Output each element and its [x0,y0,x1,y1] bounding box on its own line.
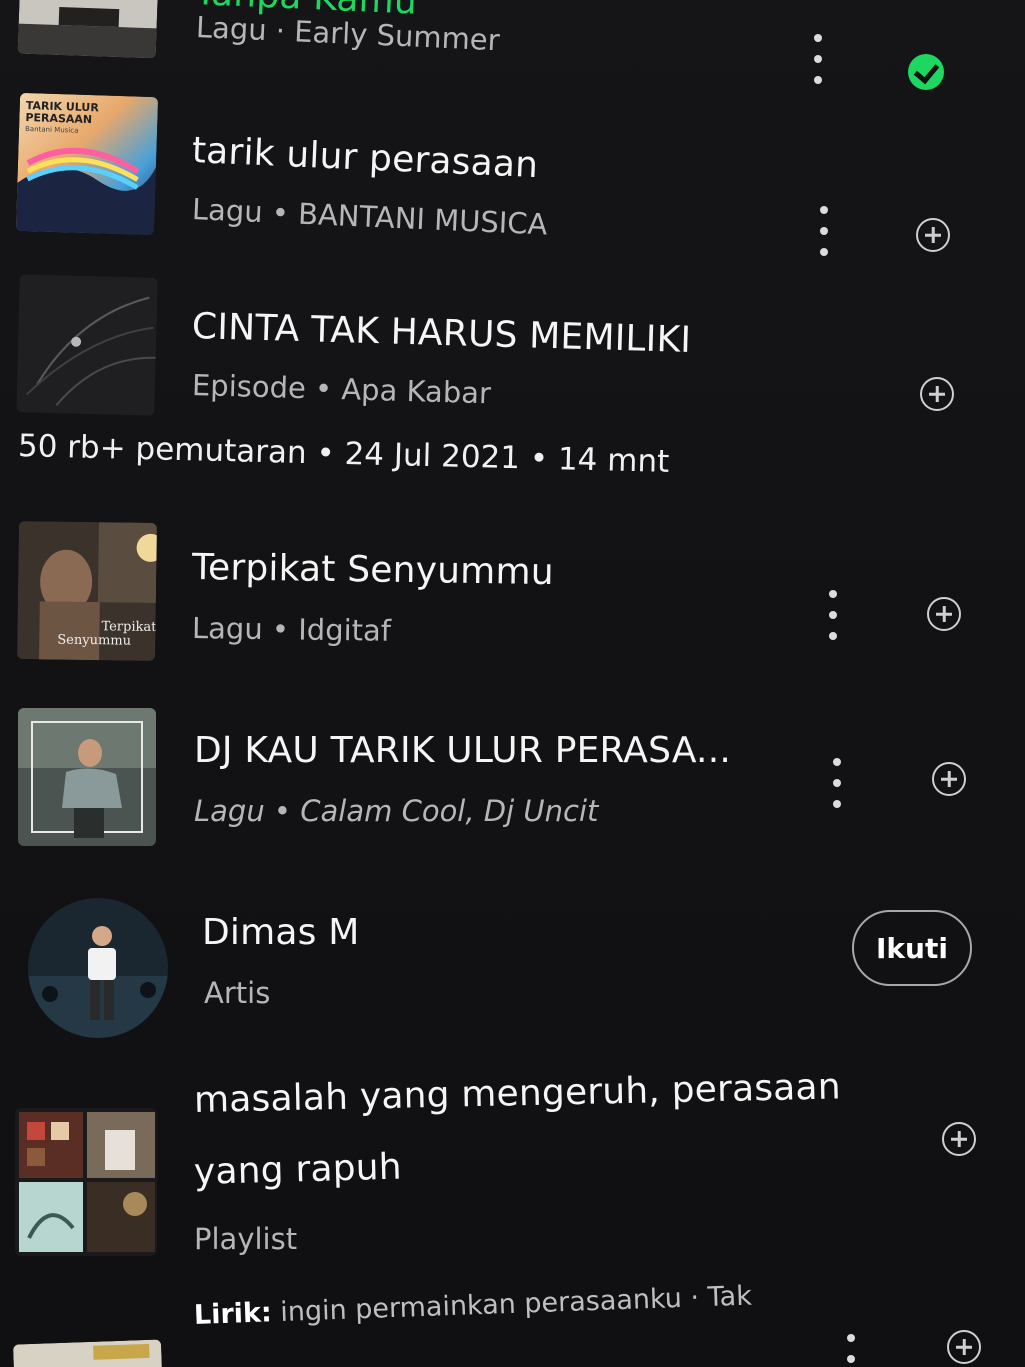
more-options-icon[interactable] [844,1334,858,1367]
album-art: TARIK ULUR PERASAAN Bantani Musica [15,92,159,236]
result-subtitle: Playlist [194,1222,298,1256]
add-circle-icon[interactable] [920,377,954,411]
result-title: DJ KAU TARIK ULUR PERASA... [194,730,731,771]
result-row-song[interactable]: DJ KAU TARIK ULUR PERASA... Lagu • Calam… [0,700,1025,860]
more-options-icon[interactable] [830,758,844,808]
check-circle-icon[interactable] [908,54,944,90]
follow-button[interactable]: Ikuti [852,910,972,986]
result-subtitle: Lagu • Idgitaf [191,611,392,648]
playlist-art [15,1108,157,1256]
more-options-icon[interactable] [811,34,825,84]
result-row-song[interactable]: Tanpa Kamu Lagu · Early Summer [0,0,1025,90]
result-row-song[interactable]: TARIK ULUR PERASAAN Bantani Musica tarik… [0,90,1025,260]
art-text: Senyummu [57,633,131,649]
lyrics-label: Lirik: [193,1297,273,1331]
podcast-art [16,274,158,416]
album-art [12,1339,164,1367]
more-options-icon[interactable] [817,206,831,256]
add-circle-icon[interactable] [932,762,966,796]
result-title: CINTA TAK HARUS MEMILIKI [191,306,692,361]
add-circle-icon[interactable] [947,1330,981,1364]
result-title: Terpikat Senyummu [191,547,555,594]
result-row-artist[interactable]: Dimas M Artis Ikuti [0,890,1025,1040]
result-subtitle: Lagu · Early Summer [195,10,501,58]
result-title: yang rapuh [193,1146,403,1193]
result-title: Dimas M [202,912,360,953]
more-options-icon[interactable] [826,590,840,640]
art-text: Bantani Musica [25,125,79,135]
art-text: PERASAAN [25,111,92,126]
result-row-song[interactable]: Terpikat Senyummu Terpikat Senyummu Lagu… [0,515,1025,675]
album-art: Terpikat Senyummu [17,521,157,661]
add-circle-icon[interactable] [942,1122,976,1156]
result-subtitle: Artis [204,976,271,1010]
artist-avatar [28,898,168,1038]
search-results-screen: Tanpa Kamu Lagu · Early Summer TARIK ULU… [0,0,1025,1367]
result-title: tarik ulur perasaan [191,130,540,187]
add-circle-icon[interactable] [927,597,961,631]
result-subtitle: Lagu • Calam Cool, Dj Uncit [194,794,599,828]
result-title: masalah yang mengeruh, perasaan [193,1066,842,1121]
result-row-playlist[interactable]: masalah yang mengeruh, perasaan yang rap… [0,1066,1025,1270]
result-subtitle: Episode • Apa Kabar [191,368,492,411]
album-art [17,0,161,59]
result-subtitle: Lagu • BANTANI MUSICA [191,192,549,242]
add-circle-icon[interactable] [916,218,950,252]
album-art [18,708,156,846]
